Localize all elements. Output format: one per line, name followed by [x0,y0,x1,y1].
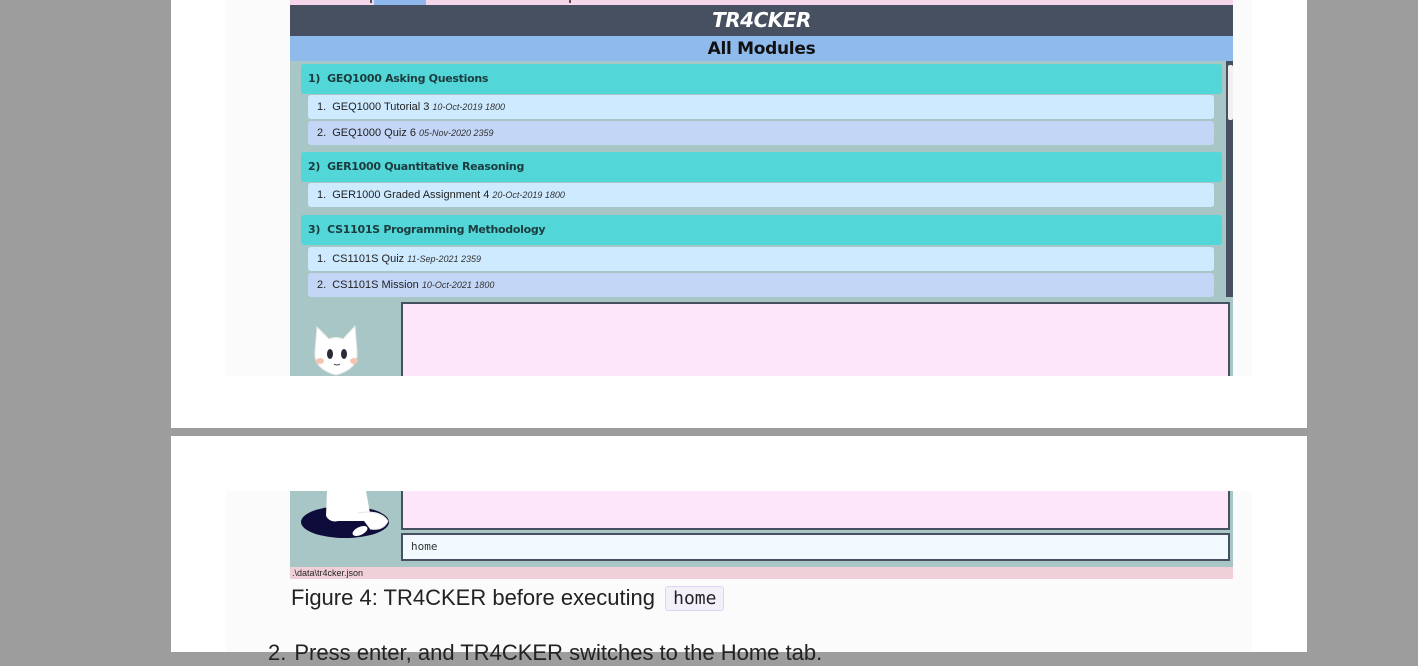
caption-text: Figure 4: TR4CKER before executing [291,585,655,610]
module-index: 3) [308,223,321,236]
module-header[interactable]: 3) CS1101S Programming Methodology [301,215,1222,245]
status-bar-storage-path: .\data\tr4cker.json [290,567,1233,579]
task-name: GER1000 Graded Assignment 4 [332,189,490,201]
task-item[interactable]: 2. CS1101S Mission 10-Oct-2021 1800 [308,273,1214,297]
tracker-screenshot-top: TR4CKER All Modules 1) GEQ1000 Asking Qu… [290,0,1233,376]
figure-caption: Figure 4: TR4CKER before executing home [291,585,725,611]
caption-command-code: home [665,586,725,611]
task-index: 2. [317,127,327,139]
module-name: GER1000 Quantitative Reasoning [327,160,525,173]
result-display [401,491,1230,530]
tracker-screenshot-bottom: home .\data\tr4cker.json [290,491,1233,579]
module-name: GEQ1000 Asking Questions [327,72,489,85]
task-name: CS1101S Mission [332,279,419,291]
list-scrollbar-thumb[interactable] [1228,65,1233,120]
task-deadline: 20-Oct-2019 1800 [492,190,565,200]
task-index: 1. [317,101,327,113]
task-deadline: 10-Oct-2019 1800 [432,102,505,112]
module-name: CS1101S Programming Methodology [327,223,546,236]
tab-separator [569,0,571,3]
task-name: GEQ1000 Tutorial 3 [332,101,430,113]
task-deadline: 05-Nov-2020 2359 [418,128,494,138]
task-item[interactable]: 1. GEQ1000 Tutorial 3 10-Oct-2019 1800 [308,95,1214,119]
step-text: Press enter, and TR4CKER switches to the… [294,640,823,665]
module-header[interactable]: 1) GEQ1000 Asking Questions [301,64,1222,94]
task-name: CS1101S Quiz [332,253,405,265]
task-deadline: 10-Oct-2021 1800 [421,280,495,290]
result-display [401,302,1230,376]
task-item[interactable]: 1. GER1000 Graded Assignment 4 20-Oct-2019… [308,183,1214,207]
tab-separator [370,0,372,3]
step-number: 2. [268,640,287,665]
task-item[interactable]: 1. CS1101S Quiz 11-Sep-2021 2359 [308,247,1214,271]
cat-mouse-icon [301,491,389,538]
command-input[interactable]: home [401,533,1230,561]
instruction-step: 2. Press enter, and TR4CKER switches to t… [268,640,822,666]
module-index: 2) [308,160,321,173]
app-title: TR4CKER [290,5,1233,36]
task-index: 2. [317,279,327,291]
view-title: All Modules [290,36,1233,61]
task-index: 1. [317,189,327,201]
task-index: 1. [317,253,327,265]
task-deadline: 11-Sep-2021 2359 [407,254,482,264]
module-index: 1) [308,72,321,85]
task-name: GEQ1000 Quiz 6 [332,127,416,139]
cat-mascot-icon [314,324,358,376]
task-item[interactable]: 2. GEQ1000 Quiz 6 05-Nov-2020 2359 [308,121,1214,145]
module-header[interactable]: 2) GER1000 Quantitative Reasoning [301,152,1222,182]
